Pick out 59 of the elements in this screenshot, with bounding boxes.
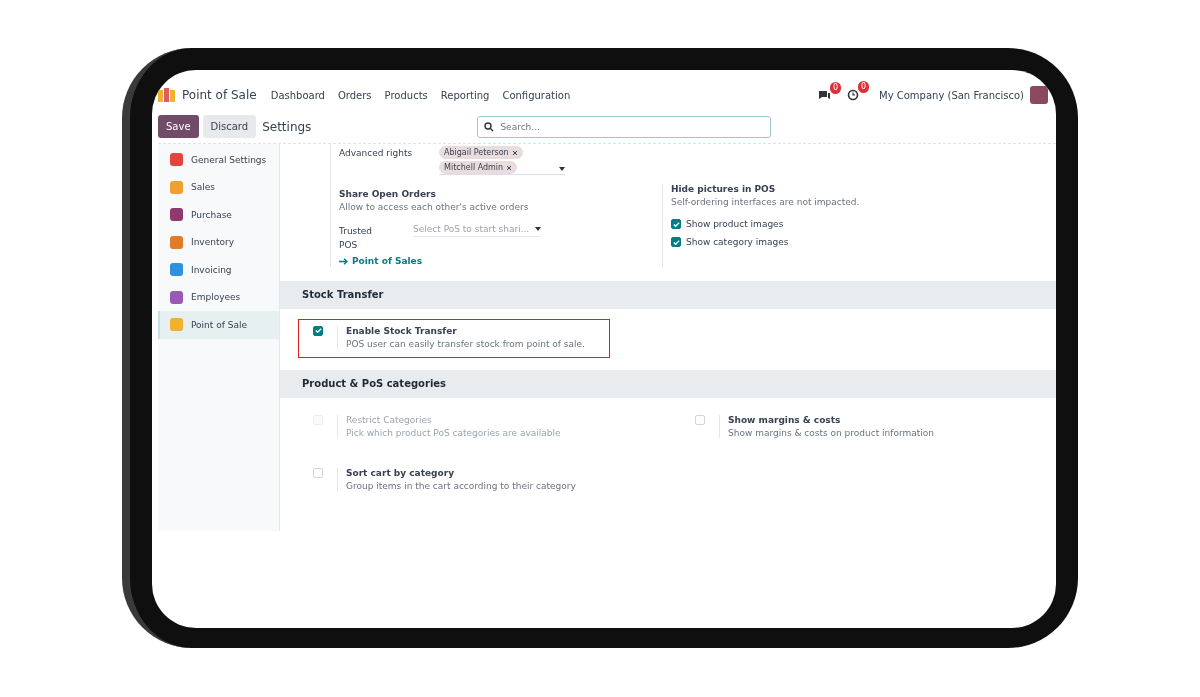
setting-description: Show margins & costs on product information — [728, 427, 935, 438]
checkbox-label: Show category images — [686, 237, 789, 247]
sidebar-item[interactable]: Invoicing — [158, 256, 279, 284]
sidebar-label: Sales — [191, 182, 215, 193]
setting-description: POS user can easily transfer stock from point of sale. — [346, 338, 585, 349]
remove-icon[interactable] — [506, 164, 513, 171]
menu-item[interactable]: Reporting — [440, 89, 490, 101]
setting-title: Restrict Categories — [346, 414, 433, 425]
setting-description: Allow to access each other's active orders — [339, 202, 530, 212]
app-logo-icon — [158, 88, 176, 102]
chat-icon[interactable] — [818, 89, 831, 101]
discard-button[interactable]: Discard — [202, 115, 257, 138]
clock-icon[interactable] — [847, 89, 859, 101]
user-tag[interactable]: Abigail Peterson — [439, 146, 523, 159]
arrow-icon — [339, 257, 348, 265]
sidebar-item[interactable]: Purchase — [158, 201, 279, 229]
remove-icon[interactable] — [511, 149, 518, 156]
activity-count: 0 — [857, 81, 869, 93]
setting-title: Show margins & costs — [728, 414, 842, 425]
checkbox[interactable] — [671, 219, 681, 229]
checkbox[interactable] — [671, 237, 681, 247]
sidebar-label: Purchase — [191, 209, 232, 220]
page-title: Settings — [262, 119, 312, 134]
setting-description: Pick which product PoS categories are available — [346, 427, 561, 438]
sidebar-label: Employees — [191, 292, 241, 303]
checkbox[interactable] — [313, 325, 323, 336]
sidebar-item[interactable]: Point of Sale — [158, 311, 279, 339]
sidebar-label: General Settings — [191, 154, 267, 165]
company-switcher[interactable]: My Company (San Francisco) — [879, 89, 1024, 101]
field-label: Trusted POS — [339, 225, 374, 252]
setting-title: Sort cart by category — [346, 467, 455, 478]
sidebar-item[interactable]: General Settings — [158, 146, 279, 174]
users-field[interactable]: Abigail Peterson Mitchell Admin — [439, 146, 565, 175]
section-header: Stock Transfer — [280, 280, 1056, 309]
setting-description: Group items in the cart according to their category — [346, 480, 576, 491]
app-name: Point of Sale — [182, 88, 257, 102]
menu-item[interactable]: Dashboard — [270, 89, 325, 101]
save-button[interactable]: Save — [158, 115, 199, 138]
field-label: Advanced rights — [339, 147, 414, 158]
menu-item[interactable]: Configuration — [502, 89, 571, 101]
setting-description: Self-ordering interfaces are not impacted. — [671, 197, 861, 207]
menu-item[interactable]: Orders — [337, 89, 372, 101]
message-count: 0 — [829, 81, 841, 94]
section-header: Product & PoS categories — [280, 369, 1056, 398]
sidebar-label: Invoicing — [191, 264, 232, 275]
search-icon — [484, 121, 495, 132]
sidebar-item[interactable]: Inventory — [158, 228, 279, 256]
sidebar-label: Inventory — [191, 237, 234, 248]
checkbox-label: Show product images — [686, 219, 784, 229]
sidebar-item[interactable]: Employees — [158, 283, 279, 311]
sidebar-label: Point of Sale — [191, 319, 247, 330]
setting-title: Enable Stock Transfer — [346, 325, 458, 336]
sidebar-item[interactable]: Sales — [158, 173, 279, 201]
setting-title: Hide pictures in POS — [671, 184, 777, 194]
menu-item[interactable]: Products — [384, 89, 428, 101]
user-tag[interactable]: Mitchell Admin — [439, 161, 518, 174]
search-field[interactable]: Search... — [477, 115, 772, 138]
setting-title: Share Open Orders — [339, 189, 437, 199]
point-of-sales-link[interactable]: Point of Sales — [339, 256, 423, 266]
